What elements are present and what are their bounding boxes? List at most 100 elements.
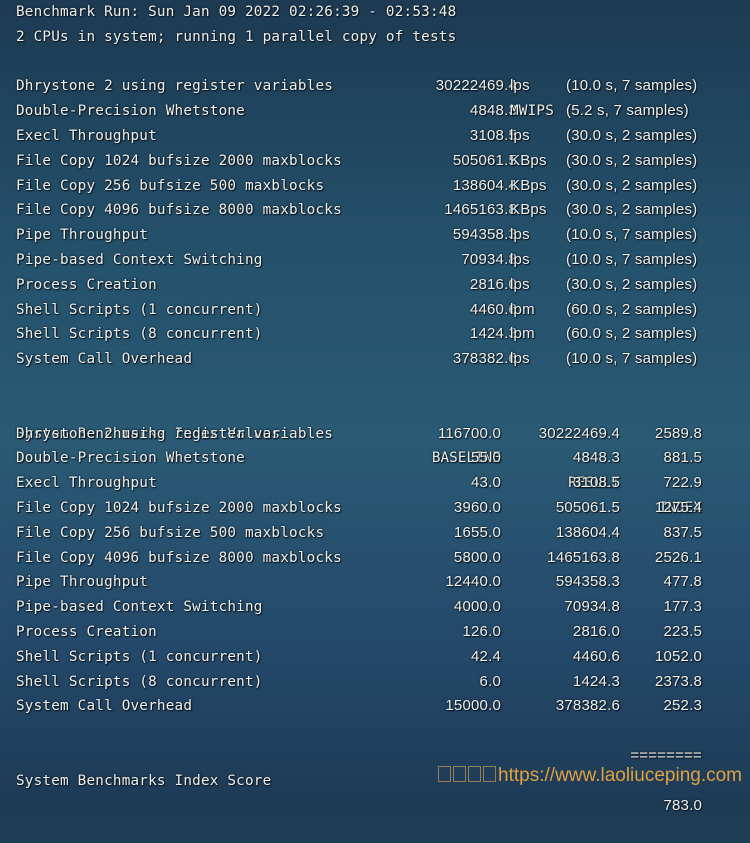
index-value: 2373.8 <box>654 672 702 690</box>
baseline-value: 12440.0 <box>445 573 501 591</box>
raw-result-row: System Call Overhead 378382.6 lps (10.0 s, … <box>16 347 746 372</box>
test-name: Pipe-based Context Switching <box>16 599 263 616</box>
test-name: Shell Scripts (8 concurrent) <box>16 326 263 343</box>
index-table-row: Pipe-based Context Switching 4000.0 70934.… <box>16 595 746 620</box>
result-value: 2816.0 <box>572 622 620 640</box>
raw-result-row: Shell Scripts (8 concurrent) 1424.3 lpm (60… <box>16 322 746 347</box>
result-value: 4848.3 <box>572 449 620 467</box>
test-unit: KBps <box>510 151 547 169</box>
test-name: Pipe Throughput <box>16 227 149 244</box>
index-table-row: Dhrystone 2 using register variables 1167… <box>16 422 746 447</box>
watermark-url: https://www.laoliuceping.com <box>498 765 742 786</box>
index-value: 177.3 <box>663 598 702 616</box>
index-table-row: Pipe Throughput 12440.0 594358.3 477.8 <box>16 570 746 595</box>
missing-glyph-icon <box>438 766 452 782</box>
test-unit: KBps <box>510 176 547 194</box>
cpu-info-line: 2 CPUs in system; running 1 parallel cop… <box>16 28 457 45</box>
test-samples: (10.0 s, 7 samples) <box>566 226 698 244</box>
test-name: Pipe-based Context Switching <box>16 251 263 268</box>
test-name: File Copy 4096 bufsize 8000 maxblocks <box>16 549 342 566</box>
test-name: Double-Precision Whetstone <box>16 450 245 467</box>
benchmark-run-line: Benchmark Run: Sun Jan 09 2022 02:26:39 … <box>16 4 457 20</box>
missing-glyph-icon <box>453 766 467 782</box>
index-table-row: Shell Scripts (1 concurrent) 42.4 4460.6 10… <box>16 645 746 670</box>
index-table-row: Execl Throughput 43.0 3108.5 722.9 <box>16 471 746 496</box>
result-value: 378382.6 <box>555 697 620 715</box>
raw-result-row: File Copy 4096 bufsize 8000 maxblocks 146… <box>16 198 746 223</box>
raw-result-row: File Copy 1024 bufsize 2000 maxblocks 505… <box>16 149 746 174</box>
result-value: 1424.3 <box>572 672 620 690</box>
baseline-value: 4000.0 <box>453 598 501 616</box>
index-value: 837.5 <box>663 523 702 541</box>
baseline-value: 15000.0 <box>445 697 501 715</box>
index-value: 2589.8 <box>654 424 702 442</box>
test-name: System Call Overhead <box>16 351 193 368</box>
watermark: https://www.laoliuceping.com <box>438 765 742 787</box>
test-samples: (5.2 s, 7 samples) <box>566 102 689 120</box>
index-value: 1052.0 <box>654 647 702 665</box>
index-table-row: System Call Overhead 15000.0 378382.6 252.3 <box>16 694 746 719</box>
result-value: 4460.6 <box>572 647 620 665</box>
index-table-row: File Copy 1024 bufsize 2000 maxblocks 396… <box>16 496 746 521</box>
test-unit: lpm <box>510 325 535 343</box>
baseline-value: 1655.0 <box>453 523 501 541</box>
missing-glyph-icon <box>468 766 482 782</box>
index-table-row: Process Creation 126.0 2816.0 223.5 <box>16 620 746 645</box>
test-name: Shell Scripts (8 concurrent) <box>16 673 263 690</box>
raw-result-row: Execl Throughput 3108.5 lps (30.0 s, 2 samp… <box>16 124 746 149</box>
test-unit: lps <box>510 350 530 368</box>
result-value: 30222469.4 <box>538 424 620 442</box>
baseline-value: 42.4 <box>471 647 501 665</box>
index-value: 223.5 <box>663 622 702 640</box>
separator-line: ======== <box>16 719 746 764</box>
baseline-value: 116700.0 <box>437 424 501 442</box>
index-value: 477.8 <box>663 573 702 591</box>
index-table-header: System Benchmarks Index Values BASELINE … <box>16 397 746 516</box>
index-value: 252.3 <box>663 697 702 715</box>
test-unit: lps <box>510 226 530 244</box>
test-name: Pipe Throughput <box>16 574 149 591</box>
test-name: File Copy 256 bufsize 500 maxblocks <box>16 177 325 194</box>
test-unit: lps <box>510 275 530 293</box>
index-table-row: Shell Scripts (8 concurrent) 6.0 1424.3 237… <box>16 670 746 695</box>
test-samples: (60.0 s, 2 samples) <box>566 325 698 343</box>
raw-result-row: File Copy 256 bufsize 500 maxblocks 13860… <box>16 174 746 199</box>
test-value: 138604.4 <box>452 176 517 194</box>
test-name: Shell Scripts (1 concurrent) <box>16 301 263 318</box>
test-value: 30222469.4 <box>435 77 517 95</box>
score-value: 783.0 <box>663 796 702 814</box>
test-samples: (10.0 s, 7 samples) <box>566 350 698 368</box>
result-value: 138604.4 <box>555 523 620 541</box>
index-value: 722.9 <box>663 474 702 492</box>
test-samples: (30.0 s, 2 samples) <box>566 275 698 293</box>
result-value: 70934.8 <box>564 598 620 616</box>
test-samples: (10.0 s, 7 samples) <box>566 250 698 268</box>
test-unit: lps <box>510 77 530 95</box>
test-name: File Copy 4096 bufsize 8000 maxblocks <box>16 202 342 219</box>
test-value: 594358.3 <box>452 226 517 244</box>
index-table-row: Double-Precision Whetstone 55.0 4848.3 881.… <box>16 446 746 471</box>
raw-results-section: Dhrystone 2 using register variables 3022… <box>16 74 746 372</box>
test-unit: MWIPS <box>510 103 555 120</box>
test-name: Double-Precision Whetstone <box>16 103 245 120</box>
raw-result-row: Pipe-based Context Switching 70934.8 lps (1… <box>16 248 746 273</box>
missing-glyph-icon <box>483 766 497 782</box>
result-value: 505061.5 <box>555 498 620 516</box>
test-name: Execl Throughput <box>16 475 157 492</box>
baseline-value: 55.0 <box>471 449 501 467</box>
baseline-value: 5800.0 <box>453 548 501 566</box>
result-value: 1465163.8 <box>547 548 620 566</box>
terminal-output: Benchmark Run: Sun Jan 09 2022 02:26:39 … <box>16 0 746 814</box>
raw-result-row: Process Creation 2816.0 lps (30.0 s, 2 samp… <box>16 273 746 298</box>
raw-result-row: Dhrystone 2 using register variables 3022… <box>16 74 746 99</box>
index-table-row: File Copy 256 bufsize 500 maxblocks 1655.… <box>16 521 746 546</box>
test-unit: lpm <box>510 300 535 318</box>
test-samples: (30.0 s, 2 samples) <box>566 176 698 194</box>
test-samples: (60.0 s, 2 samples) <box>566 300 698 318</box>
baseline-value: 126.0 <box>462 622 501 640</box>
test-name: Execl Throughput <box>16 127 157 144</box>
test-name: Shell Scripts (1 concurrent) <box>16 648 263 665</box>
test-value: 505061.5 <box>452 151 517 169</box>
